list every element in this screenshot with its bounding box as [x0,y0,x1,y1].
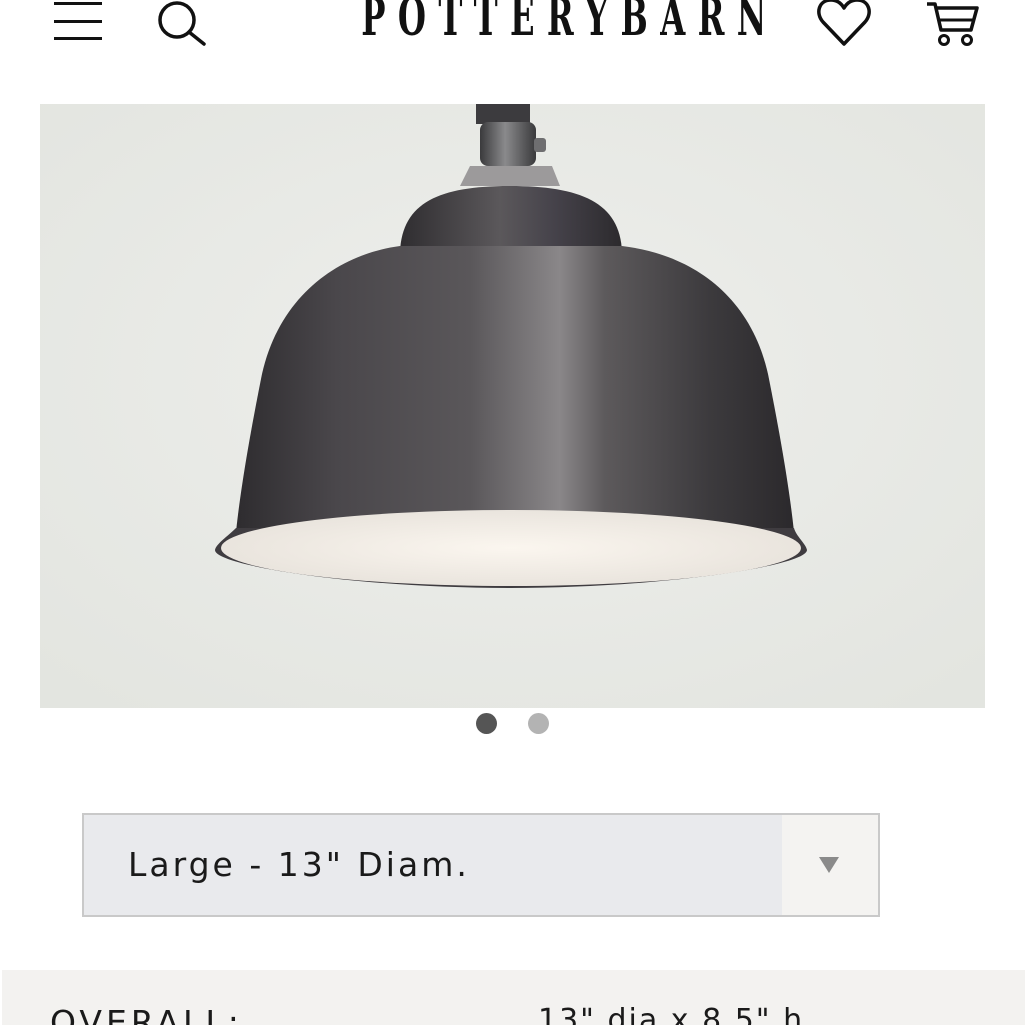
search-icon [158,1,206,46]
dimensions-section: OVERALL: 13" dia x 8.5" h [2,970,1025,1025]
cart-button[interactable] [925,0,980,48]
size-select-value: Large - 13" Diam. [128,845,470,884]
product-image[interactable] [40,104,985,708]
size-select-toggle[interactable] [782,815,878,915]
size-select[interactable]: Large - 13" Diam. [82,813,880,917]
search-button[interactable] [155,0,209,48]
menu-button[interactable] [52,0,104,44]
chevron-down-icon [819,857,839,873]
pendant-lamp-image [40,104,985,708]
carousel-indicators [0,713,1025,735]
dimensions-value: 13" dia x 8.5" h [538,1003,805,1025]
site-header: POTTERYBARN [0,0,1025,60]
cart-icon [927,2,979,46]
dimensions-label: OVERALL: [50,1003,243,1025]
product-page: POTTERYBARN Large - 13" Diam. OVERALL: 1… [0,0,1025,1025]
wishlist-button[interactable] [815,0,873,48]
menu-icon [54,2,102,40]
carousel-dot-1[interactable] [476,713,497,734]
carousel-dot-2[interactable] [528,713,549,734]
heart-icon [817,0,871,46]
brand-logo[interactable]: POTTERYBARN [361,0,766,44]
